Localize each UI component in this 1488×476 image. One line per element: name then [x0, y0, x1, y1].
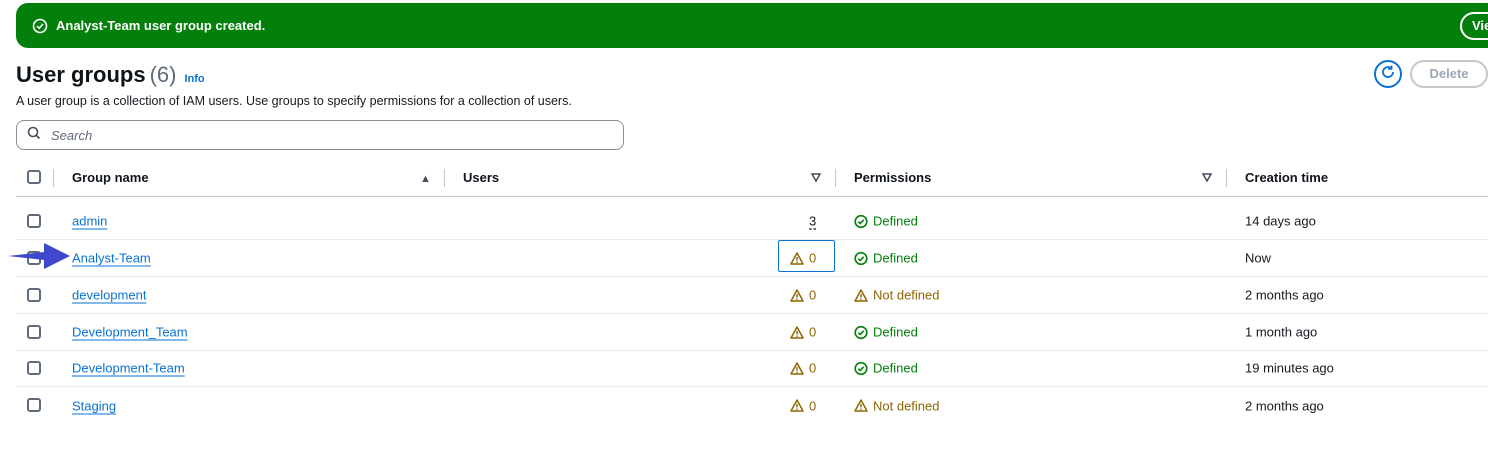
creation-time: 2 months ago: [1245, 398, 1324, 413]
group-name-link[interactable]: Analyst-Team: [72, 251, 151, 266]
refresh-icon: [1380, 64, 1396, 85]
success-check-icon: [854, 325, 868, 339]
annotation-arrow-icon: [8, 241, 70, 276]
creation-time: Now: [1245, 250, 1272, 266]
permissions-label: Defined: [873, 250, 918, 266]
refresh-button[interactable]: [1374, 60, 1402, 88]
column-header-permissions[interactable]: Permissions: [854, 170, 931, 185]
permissions-status: Defined: [854, 325, 918, 340]
creation-time: 14 days ago: [1245, 213, 1316, 229]
column-header-group-name[interactable]: Group name: [72, 170, 149, 185]
warning-icon: [790, 399, 804, 413]
info-link[interactable]: Info: [184, 73, 204, 85]
warning-icon: [790, 325, 804, 339]
view-group-button[interactable]: View group: [1460, 12, 1488, 40]
focus-highlight: [778, 240, 835, 272]
sort-icon[interactable]: [1201, 173, 1213, 185]
search-input[interactable]: [49, 126, 609, 144]
table-row: Staging 0 Not defined 2 months ago: [16, 387, 1488, 424]
group-name-link[interactable]: Development-Team: [72, 361, 185, 376]
column-divider: [1226, 169, 1227, 187]
sort-ascending-icon[interactable]: ▲: [420, 173, 431, 185]
column-divider: [53, 169, 54, 187]
search-icon: [27, 126, 41, 145]
table-row: Analyst-Team 0 Defined Now: [16, 240, 1488, 277]
creation-time: 1 month ago: [1245, 324, 1318, 340]
permissions-label: Not defined: [873, 398, 940, 413]
row-checkbox[interactable]: [27, 398, 41, 412]
permissions-status: Not defined: [854, 398, 940, 413]
permissions-status: Defined: [854, 214, 918, 229]
group-name-link[interactable]: development: [72, 288, 146, 303]
group-name-link[interactable]: Staging: [72, 398, 116, 413]
column-header-users[interactable]: Users: [463, 170, 499, 185]
search-box[interactable]: [16, 120, 624, 150]
group-name-link[interactable]: admin: [72, 214, 107, 229]
table-header: Group name ▲ Users Permissions Creation …: [16, 160, 1488, 197]
table-row: admin 3 Defined 14 days ago: [16, 203, 1488, 240]
column-header-creation-time[interactable]: Creation time: [1245, 170, 1328, 185]
delete-button[interactable]: Delete: [1410, 60, 1488, 88]
warning-icon: [854, 288, 868, 302]
users-count[interactable]: 3: [809, 214, 816, 229]
sort-icon[interactable]: [810, 173, 822, 185]
permissions-label: Not defined: [873, 287, 940, 303]
users-count[interactable]: 0: [790, 361, 816, 376]
row-checkbox[interactable]: [27, 214, 41, 228]
success-check-icon: [854, 361, 868, 375]
warning-icon: [790, 288, 804, 302]
permissions-status: Not defined: [854, 288, 940, 303]
group-name-link[interactable]: Development_Team: [72, 325, 188, 340]
page-description: A user group is a collection of IAM user…: [16, 94, 572, 108]
page-title: User groups: [16, 62, 146, 87]
warning-icon: [790, 361, 804, 375]
permissions-label: Defined: [873, 324, 918, 340]
permissions-status: Defined: [854, 251, 918, 266]
group-count: (6): [149, 62, 177, 87]
warning-icon: [854, 399, 868, 413]
users-count-value[interactable]: 0: [809, 325, 816, 340]
select-all-checkbox[interactable]: [27, 170, 41, 184]
table-row: development 0 Not defined 2 months ago: [16, 277, 1488, 314]
users-count-value[interactable]: 0: [809, 288, 816, 303]
page-header: User groups (6) Info: [16, 62, 205, 88]
flash-message: Analyst-Team user group created.: [56, 18, 266, 33]
users-count[interactable]: 0: [790, 398, 816, 413]
success-check-icon: [854, 251, 868, 265]
creation-time: 2 months ago: [1245, 287, 1324, 303]
users-count[interactable]: 0: [790, 288, 816, 303]
success-check-icon: [854, 214, 868, 228]
row-checkbox[interactable]: [27, 288, 41, 302]
column-divider: [835, 169, 836, 187]
table-row: Development_Team 0 Defined 1 month ago: [16, 314, 1488, 351]
permissions-label: Defined: [873, 360, 918, 376]
success-check-icon: [32, 18, 48, 34]
users-count-value[interactable]: 0: [809, 361, 816, 376]
permissions-label: Defined: [873, 213, 918, 229]
permissions-status: Defined: [854, 361, 918, 376]
users-count[interactable]: 0: [790, 325, 816, 340]
table-row: Development-Team 0 Defined 19 minutes ag…: [16, 350, 1488, 387]
creation-time: 19 minutes ago: [1245, 360, 1334, 376]
users-count-value[interactable]: 0: [809, 398, 816, 413]
row-checkbox[interactable]: [27, 325, 41, 339]
column-divider: [444, 169, 445, 187]
users-count-value[interactable]: 3: [809, 214, 816, 229]
success-flash-banner: Analyst-Team user group created. View gr…: [16, 3, 1488, 48]
row-checkbox[interactable]: [27, 361, 41, 375]
